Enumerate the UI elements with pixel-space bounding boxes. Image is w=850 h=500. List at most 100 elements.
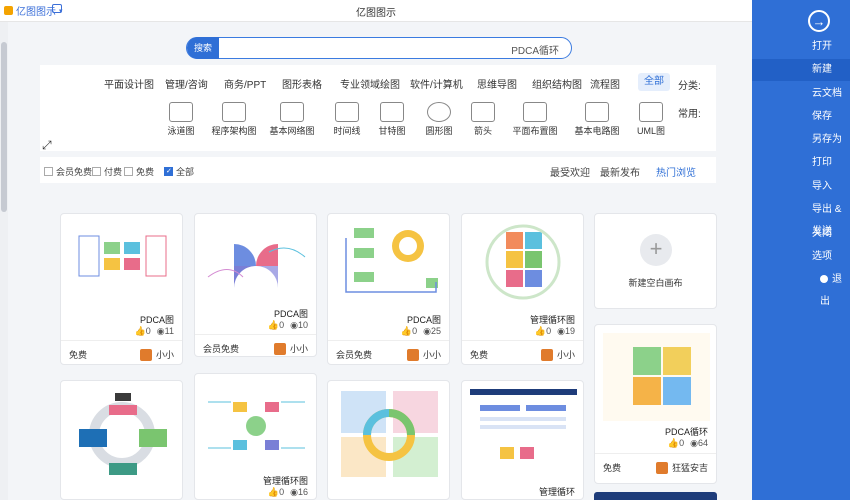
view-icon: ◉11 [156,326,174,336]
template-card[interactable] [60,380,183,500]
avatar [406,348,419,361]
nav-print[interactable]: 打印 [752,152,850,174]
arrow-icon [471,102,495,122]
view-icon: ◉64 [690,438,708,448]
common-floor-plan[interactable]: 平面布置图 [510,102,560,137]
card-stats: 👍0 ◉64 [668,438,708,449]
template-card-partial[interactable] [594,492,717,500]
filter-bar: 热门浏览 最新发布 最受欢迎 全部 免费 付费 会员免费 [40,157,716,183]
card-author[interactable]: 狂猛安吉 [655,461,708,474]
common-uml[interactable]: UML图 [626,102,676,137]
card-author[interactable]: 小小 [406,348,441,361]
template-card[interactable]: PDCA循环 👍0 ◉64 狂猛安吉 免费 [594,324,717,484]
template-card[interactable]: 管理循环图 👍0 ◉16 [194,373,317,500]
card-stats: 👍0 ◉19 [535,326,575,337]
category-software[interactable]: 软件/计算机 [410,76,463,91]
common-gantt[interactable]: 甘特图 [367,102,417,137]
title-bar: 亿图图示 ▾ 亿图图示 [0,0,752,22]
filter-all[interactable]: 全部 [164,165,194,178]
circle-chart-icon [427,102,451,122]
category-business-ppt[interactable]: 商务/PPT [224,76,266,91]
category-all[interactable]: 全部 [638,73,670,91]
avatar [273,342,286,355]
nav-save-as[interactable]: 另存为 [752,129,850,151]
tab-popular[interactable]: 最受欢迎 [550,164,590,179]
category-org-chart[interactable]: 组织结构图 [532,76,582,91]
like-icon: 👍0 [267,487,285,497]
card-stats: 👍0 ◉11 [135,326,174,337]
window-title: 亿图图示 [356,8,396,19]
template-thumbnail [79,393,167,475]
card-footer: 小小 免费 [61,340,182,364]
nav-cloud[interactable]: 云文档 [752,83,850,105]
tab-hot[interactable]: 热门浏览 [656,164,696,179]
filter-paid[interactable]: 付费 [92,165,122,178]
template-card[interactable]: 管理循环 [461,380,584,500]
card-title: 管理循环图 [262,476,308,486]
category-graphic-table[interactable]: 图形表格 [282,76,322,91]
template-thumbnail [345,228,438,293]
back-arrow-icon[interactable]: → [808,10,830,32]
common-circuit[interactable]: 基本电路图 [572,102,622,137]
card-price: 免费 [470,350,489,360]
template-thumbnail [78,235,167,277]
checkbox-icon [164,167,173,176]
template-card[interactable]: 管理循环图 👍0 ◉19 小小 免费 [461,213,584,365]
avatar [540,348,553,361]
card-author[interactable]: 小小 [139,348,174,361]
uml-icon [639,102,663,122]
checkbox-icon [44,167,53,176]
common-architecture[interactable]: 程序架构图 [209,102,259,137]
common-arrow[interactable]: 箭头 [458,102,508,137]
common-label: 常用: [678,109,701,120]
avatar [139,348,152,361]
nav-export[interactable]: 导出 & 发送 [752,199,850,237]
category-mind-map[interactable]: 思维导图 [477,76,517,91]
nav-new[interactable]: 新建 [752,59,850,81]
common-swimlane[interactable]: 泳道图 [156,102,206,137]
nav-options[interactable]: 选项 [752,246,850,268]
search-button[interactable]: 搜索 [187,37,219,59]
category-professional[interactable]: 专业领域绘图 [340,76,400,91]
filter-member-free[interactable]: 会员免费 [44,165,92,178]
new-blank-canvas-card[interactable]: + 新建空白画布 [594,213,717,309]
template-card[interactable]: PDCA图 👍0 ◉10 小小 会员免费 [194,213,317,357]
common-network[interactable]: 基本网络图 [267,102,317,137]
card-price: 会员免费 [336,350,373,360]
scrollbar-thumb[interactable] [1,42,7,212]
template-thumbnail [470,389,577,459]
vertical-scrollbar[interactable] [0,22,8,500]
checkbox-icon [92,167,101,176]
common-timeline[interactable]: 时间线 [322,102,372,137]
nav-open[interactable]: 打开 [752,36,850,58]
template-card[interactable]: PDCA图 👍0 ◉11 小小 免费 [60,213,183,365]
card-title: 管理循环 [538,487,575,497]
card-title: PDCA图 [139,315,174,325]
filter-free[interactable]: 免费 [124,165,154,178]
nav-exit[interactable]: 退出 [752,269,850,307]
view-icon: ◉19 [557,326,575,336]
search-box[interactable]: 搜索 PDCA循环 [186,37,572,59]
category-management[interactable]: 管理/咨询 [165,76,208,91]
template-card[interactable] [327,380,450,500]
common-circle[interactable]: 圆形图 [414,102,464,137]
tab-newest[interactable]: 最新发布 [600,164,640,179]
like-icon: 👍0 [267,320,285,330]
nav-save[interactable]: 保存 [752,106,850,128]
like-icon: 👍0 [667,438,685,448]
card-author[interactable]: 小小 [540,348,575,361]
card-stats: 👍0 ◉10 [268,320,308,331]
template-thumbnail [603,333,710,421]
template-card[interactable]: PDCA图 👍0 ◉25 小小 会员免费 [327,213,450,365]
swimlane-icon [169,102,193,122]
card-price: 会员免费 [203,344,240,354]
nav-close[interactable]: 关闭 [752,223,850,245]
card-footer: 小小 会员免费 [328,340,449,364]
card-author[interactable]: 小小 [273,342,308,355]
category-flowchart[interactable]: 流程图 [590,76,620,91]
expand-icon[interactable]: ⤢ [42,138,52,153]
category-graphic-design[interactable]: 平面设计图 [104,76,154,91]
card-title: PDCA图 [273,309,308,319]
nav-import[interactable]: 导入 [752,176,850,198]
search-input[interactable]: PDCA循环 [511,42,559,57]
